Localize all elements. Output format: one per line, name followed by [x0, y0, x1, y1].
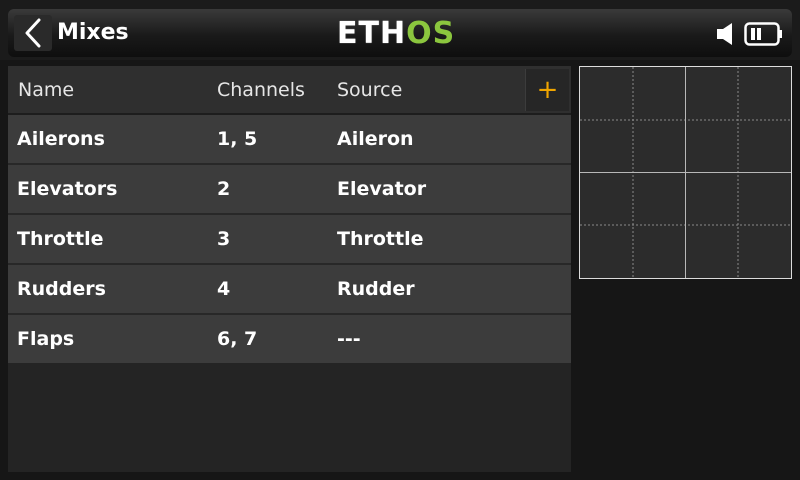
table-row[interactable]: Throttle 3 Throttle: [8, 215, 571, 265]
row-source: Elevator: [337, 178, 427, 200]
ethos-logo: ETHOS: [337, 18, 463, 50]
add-mix-button[interactable]: +: [525, 69, 569, 111]
chevron-left-icon: [25, 18, 41, 48]
graph-grid: [580, 67, 791, 278]
logo-text-os: OS: [406, 16, 456, 51]
row-channels: 1, 5: [217, 128, 258, 150]
row-channels: 4: [217, 278, 231, 300]
column-header-source: Source: [337, 79, 403, 101]
speaker-icon[interactable]: [714, 21, 740, 47]
mixes-table: Name Channels Source + Ailerons 1, 5 Ail…: [8, 66, 571, 472]
row-name: Elevators: [17, 178, 118, 200]
logo-text-eth: ETH: [337, 16, 407, 51]
row-source: Aileron: [337, 128, 414, 150]
table-row[interactable]: Ailerons 1, 5 Aileron: [8, 115, 571, 165]
row-source: Throttle: [337, 228, 424, 250]
table-header: Name Channels Source +: [8, 66, 571, 115]
row-name: Throttle: [17, 228, 104, 250]
mix-curve-graph: [579, 66, 792, 279]
row-name: Flaps: [17, 328, 75, 350]
column-header-name: Name: [18, 79, 75, 101]
row-channels: 2: [217, 178, 231, 200]
battery-icon[interactable]: [744, 20, 784, 48]
row-channels: 3: [217, 228, 231, 250]
table-row[interactable]: Rudders 4 Rudder: [8, 265, 571, 315]
row-source: Rudder: [337, 278, 415, 300]
table-row[interactable]: Elevators 2 Elevator: [8, 165, 571, 215]
page-title: Mixes: [57, 20, 129, 45]
row-source: ---: [337, 328, 361, 350]
row-name: Ailerons: [17, 128, 105, 150]
back-button[interactable]: [14, 15, 52, 51]
column-header-channels: Channels: [217, 79, 305, 101]
row-name: Rudders: [17, 278, 106, 300]
table-row[interactable]: Flaps 6, 7 ---: [8, 315, 571, 363]
row-channels: 6, 7: [217, 328, 258, 350]
